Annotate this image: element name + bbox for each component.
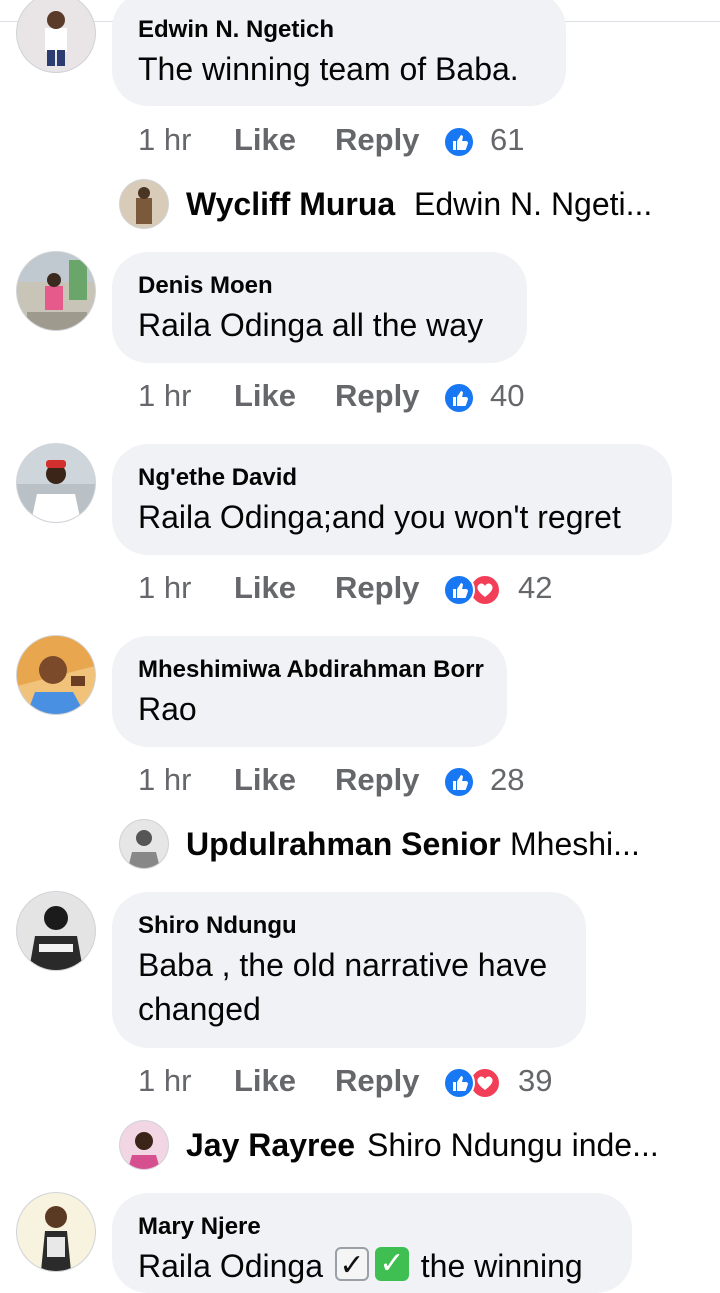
reply-button[interactable]: Reply [335, 122, 419, 158]
reaction-summary[interactable] [443, 574, 503, 606]
comment-author[interactable]: Shiro Ndungu [138, 912, 297, 940]
comment-actions: 1 hr Like Reply 39 [138, 1063, 618, 1103]
comment-time[interactable]: 1 hr [138, 762, 191, 798]
comment-text-start: Raila Odinga [138, 1248, 323, 1284]
avatar [120, 820, 168, 868]
comment-text: Rao [138, 691, 197, 727]
comment-time[interactable]: 1 hr [138, 1063, 191, 1099]
thumbs-up-icon [443, 574, 475, 606]
comment-bubble: Ng'ethe David Raila Odinga;and you won't… [112, 444, 672, 555]
comment-author[interactable]: Mheshimiwa Abdirahman Borr [138, 656, 484, 684]
reaction-summary[interactable] [443, 1067, 503, 1099]
reply-preview-text: Mheshi... [510, 826, 640, 862]
like-button[interactable]: Like [234, 762, 296, 798]
comment-bubble: Mheshimiwa Abdirahman Borr Rao [112, 636, 507, 747]
reply-preview-text: Edwin N. Ngeti... [414, 186, 653, 222]
avatar [120, 180, 168, 228]
avatar[interactable] [17, 444, 95, 522]
reply-preview[interactable]: Updulrahman Senior Mheshi... [120, 820, 680, 870]
reply-author[interactable]: Wycliff Murua [186, 186, 395, 223]
comment-bubble: Mary Njere Raila Odinga ✓ ✓ the winning [112, 1193, 632, 1293]
comment-time[interactable]: 1 hr [138, 378, 191, 414]
like-button[interactable]: Like [234, 1063, 296, 1099]
like-button[interactable]: Like [234, 122, 296, 158]
comment-actions: 1 hr Like Reply 28 [138, 762, 618, 802]
comment-text-end: the winning [420, 1248, 583, 1284]
reply-preview[interactable]: Jay Rayree Shiro Ndungu inde... [120, 1121, 680, 1171]
comment-text: The winning team of Baba. [138, 51, 519, 87]
comment-time[interactable]: 1 hr [138, 570, 191, 606]
reply-author[interactable]: Updulrahman Senior [186, 826, 501, 863]
comment-author[interactable]: Mary Njere [138, 1213, 261, 1241]
comment-bubble: Edwin N. Ngetich The winning team of Bab… [112, 0, 566, 106]
avatar [120, 1121, 168, 1169]
comment-time[interactable]: 1 hr [138, 122, 191, 158]
thumbs-up-icon [443, 126, 475, 158]
like-button[interactable]: Like [234, 378, 296, 414]
check-mark-button-icon: ✓ [374, 1247, 409, 1281]
reply-button[interactable]: Reply [335, 1063, 419, 1099]
comment-text: Raila Odinga ✓ ✓ the winning [138, 1245, 583, 1287]
comment-text: Raila Odinga all the way [138, 307, 484, 343]
reaction-count[interactable]: 28 [490, 762, 524, 798]
reply-preview[interactable]: Wycliff Murua Edwin N. Ngeti... [120, 180, 680, 230]
thumbs-up-icon [443, 1067, 475, 1099]
comment-author[interactable]: Edwin N. Ngetich [138, 16, 334, 44]
comment-author[interactable]: Denis Moen [138, 272, 273, 300]
comment-author[interactable]: Ng'ethe David [138, 464, 297, 492]
reply-button[interactable]: Reply [335, 762, 419, 798]
avatar[interactable] [17, 252, 95, 330]
reply-button[interactable]: Reply [335, 570, 419, 606]
thumbs-up-icon [443, 382, 475, 414]
reply-button[interactable]: Reply [335, 378, 419, 414]
check-mark-icon: ✓ [334, 1247, 369, 1282]
comment-text-line-2: changed [138, 991, 261, 1027]
reply-preview-text: Shiro Ndungu inde... [367, 1127, 659, 1163]
avatar[interactable] [17, 0, 95, 72]
comment-actions: 1 hr Like Reply 40 [138, 378, 618, 418]
comment-bubble: Shiro Ndungu Baba , the old narrative ha… [112, 892, 586, 1048]
comment-text-line-1: Baba , the old narrative have [138, 947, 548, 983]
reaction-count[interactable]: 42 [518, 570, 552, 606]
reaction-count[interactable]: 39 [518, 1063, 552, 1099]
reaction-count[interactable]: 40 [490, 378, 524, 414]
comment-actions: 1 hr Like Reply 61 [138, 122, 618, 162]
thumbs-up-icon [443, 766, 475, 798]
comment-text: Raila Odinga;and you won't regret [138, 499, 621, 535]
avatar[interactable] [17, 636, 95, 714]
avatar[interactable] [17, 892, 95, 970]
comment-actions: 1 hr Like Reply 42 [138, 570, 618, 610]
reaction-count[interactable]: 61 [490, 122, 524, 158]
reply-author[interactable]: Jay Rayree [186, 1127, 355, 1164]
comment-bubble: Denis Moen Raila Odinga all the way [112, 252, 527, 363]
like-button[interactable]: Like [234, 570, 296, 606]
avatar[interactable] [17, 1193, 95, 1271]
